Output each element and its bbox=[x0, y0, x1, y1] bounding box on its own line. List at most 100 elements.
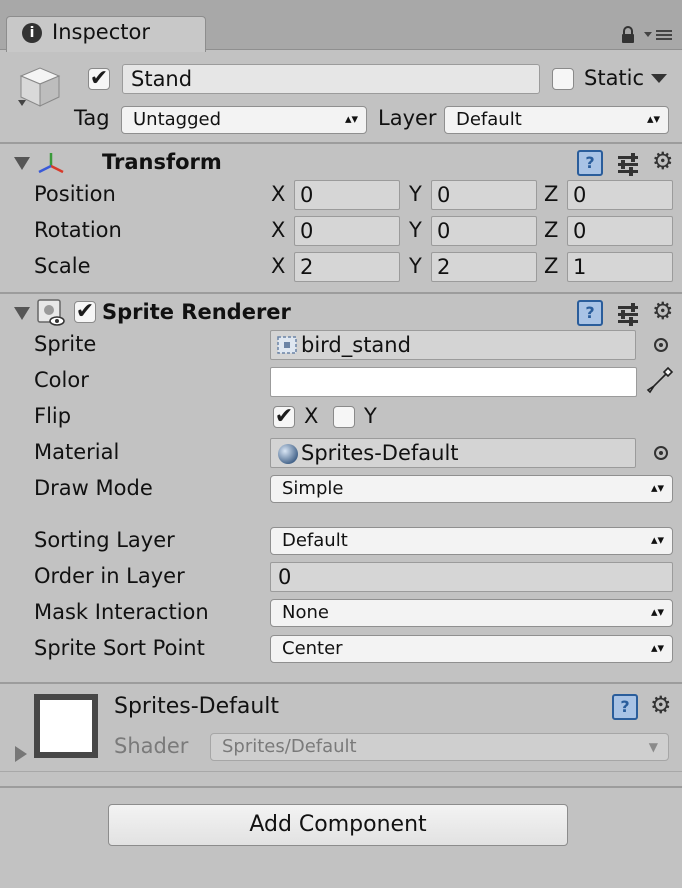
material-name: Sprites-Default bbox=[114, 694, 280, 719]
shader-label: Shader bbox=[114, 734, 189, 758]
sprite-renderer-icon bbox=[37, 299, 65, 326]
rotation-z-field[interactable]: 0 bbox=[567, 216, 673, 246]
layer-label: Layer bbox=[378, 106, 437, 130]
axis-y-label: Y bbox=[409, 254, 422, 278]
tag-label: Tag bbox=[74, 106, 110, 130]
lock-icon[interactable] bbox=[620, 26, 636, 44]
checkmark-icon: ✔ bbox=[274, 404, 294, 429]
draw-mode-label: Draw Mode bbox=[34, 476, 153, 500]
axis-x-label: X bbox=[271, 218, 286, 242]
static-checkbox[interactable] bbox=[552, 68, 574, 90]
mask-interaction-dropdown[interactable]: None ▴▾ bbox=[270, 599, 673, 627]
checkmark-icon: ✔ bbox=[75, 299, 95, 324]
chevron-down-icon: ▼ bbox=[648, 740, 658, 754]
scale-z-field[interactable]: 1 bbox=[567, 252, 673, 282]
sprite-sort-point-value: Center bbox=[282, 638, 343, 659]
color-field[interactable] bbox=[270, 367, 637, 397]
sprite-label: Sprite bbox=[34, 332, 97, 356]
preset-sliders-icon[interactable] bbox=[616, 302, 640, 326]
material-field[interactable]: Sprites-Default bbox=[270, 438, 636, 468]
scale-x-field[interactable]: 2 bbox=[294, 252, 400, 282]
transform-axes-icon bbox=[38, 153, 64, 174]
static-dropdown-icon[interactable] bbox=[650, 73, 668, 85]
sprite-renderer-enabled-checkbox[interactable]: ✔ bbox=[74, 301, 96, 323]
add-component-button[interactable]: Add Component bbox=[108, 804, 568, 846]
axis-z-label: Z bbox=[544, 254, 559, 278]
dropdown-arrows-icon: ▴▾ bbox=[650, 533, 664, 548]
flip-y-checkbox[interactable] bbox=[333, 406, 355, 428]
material-label: Material bbox=[34, 440, 120, 464]
material-preview-thumbnail bbox=[34, 694, 98, 758]
material-value: Sprites-Default bbox=[301, 441, 459, 465]
scale-label: Scale bbox=[34, 254, 91, 278]
shader-dropdown[interactable]: Sprites/Default ▼ bbox=[210, 733, 669, 761]
sprite-renderer-title: Sprite Renderer bbox=[102, 300, 291, 324]
axis-z-label: Z bbox=[544, 218, 559, 242]
sprite-value: bird_stand bbox=[301, 333, 411, 357]
help-icon[interactable]: ? bbox=[577, 300, 603, 326]
gear-icon[interactable]: ⚙ bbox=[652, 148, 682, 174]
dropdown-arrows-icon: ▴▾ bbox=[646, 112, 660, 127]
tab-menu-icon[interactable] bbox=[644, 28, 674, 42]
dropdown-arrows-icon: ▴▾ bbox=[650, 641, 664, 656]
object-picker-icon[interactable] bbox=[654, 338, 668, 352]
tab-inspector-label: Inspector bbox=[52, 20, 150, 44]
static-label: Static bbox=[584, 66, 645, 90]
flip-x-label: X bbox=[304, 404, 319, 428]
sorting-layer-label: Sorting Layer bbox=[34, 528, 175, 552]
draw-mode-dropdown[interactable]: Simple ▴▾ bbox=[270, 475, 673, 503]
position-label: Position bbox=[34, 182, 116, 206]
flip-x-checkbox[interactable]: ✔ bbox=[273, 406, 295, 428]
name-field[interactable]: Stand bbox=[122, 64, 540, 94]
rotation-label: Rotation bbox=[34, 218, 122, 242]
draw-mode-value: Simple bbox=[282, 478, 344, 499]
object-picker-icon[interactable] bbox=[654, 446, 668, 460]
sprite-field[interactable]: bird_stand bbox=[270, 330, 636, 360]
position-x-field[interactable]: 0 bbox=[294, 180, 400, 210]
order-in-layer-label: Order in Layer bbox=[34, 564, 185, 588]
tag-dropdown-value: Untagged bbox=[133, 109, 222, 130]
material-foldout-icon[interactable] bbox=[14, 745, 28, 763]
axis-x-label: X bbox=[271, 254, 286, 278]
layer-dropdown[interactable]: Default ▴▾ bbox=[444, 106, 669, 134]
axis-z-label: Z bbox=[544, 182, 559, 206]
section-divider bbox=[0, 292, 682, 294]
preset-sliders-icon[interactable] bbox=[616, 152, 640, 176]
mask-interaction-label: Mask Interaction bbox=[34, 600, 209, 624]
position-z-field[interactable]: 0 bbox=[567, 180, 673, 210]
dropdown-arrows-icon: ▴▾ bbox=[344, 112, 358, 127]
transform-title: Transform bbox=[102, 150, 222, 174]
scale-y-field[interactable]: 2 bbox=[431, 252, 537, 282]
sorting-layer-dropdown[interactable]: Default ▴▾ bbox=[270, 527, 673, 555]
flip-label: Flip bbox=[34, 404, 72, 428]
material-sphere-icon bbox=[278, 444, 298, 464]
gear-icon[interactable]: ⚙ bbox=[652, 298, 682, 324]
tag-dropdown[interactable]: Untagged ▴▾ bbox=[121, 106, 367, 134]
section-divider bbox=[0, 682, 682, 684]
info-icon: i bbox=[22, 23, 42, 43]
sorting-layer-value: Default bbox=[282, 530, 348, 551]
sprite-asset-icon bbox=[277, 336, 297, 354]
sprite-sort-point-label: Sprite Sort Point bbox=[34, 636, 205, 660]
help-icon[interactable]: ? bbox=[612, 694, 638, 720]
dropdown-arrows-icon: ▴▾ bbox=[650, 605, 664, 620]
sprite-sort-point-dropdown[interactable]: Center ▴▾ bbox=[270, 635, 673, 663]
help-icon[interactable]: ? bbox=[577, 150, 603, 176]
mask-interaction-value: None bbox=[282, 602, 329, 623]
flip-y-label: Y bbox=[364, 404, 377, 428]
checkmark-icon: ✔ bbox=[89, 66, 109, 91]
sprite-renderer-foldout-icon[interactable] bbox=[14, 307, 30, 320]
order-in-layer-field[interactable]: 0 bbox=[270, 562, 673, 592]
transform-foldout-icon[interactable] bbox=[14, 157, 30, 170]
section-divider bbox=[0, 786, 682, 788]
rotation-y-field[interactable]: 0 bbox=[431, 216, 537, 246]
rotation-x-field[interactable]: 0 bbox=[294, 216, 400, 246]
active-checkbox[interactable]: ✔ bbox=[88, 68, 110, 90]
eyedropper-icon[interactable] bbox=[646, 366, 674, 396]
axis-y-label: Y bbox=[409, 218, 422, 242]
gear-icon[interactable]: ⚙ bbox=[650, 692, 680, 718]
cube-icon bbox=[18, 67, 61, 107]
position-y-field[interactable]: 0 bbox=[431, 180, 537, 210]
dropdown-arrows-icon: ▴▾ bbox=[650, 481, 664, 496]
axis-x-label: X bbox=[271, 182, 286, 206]
